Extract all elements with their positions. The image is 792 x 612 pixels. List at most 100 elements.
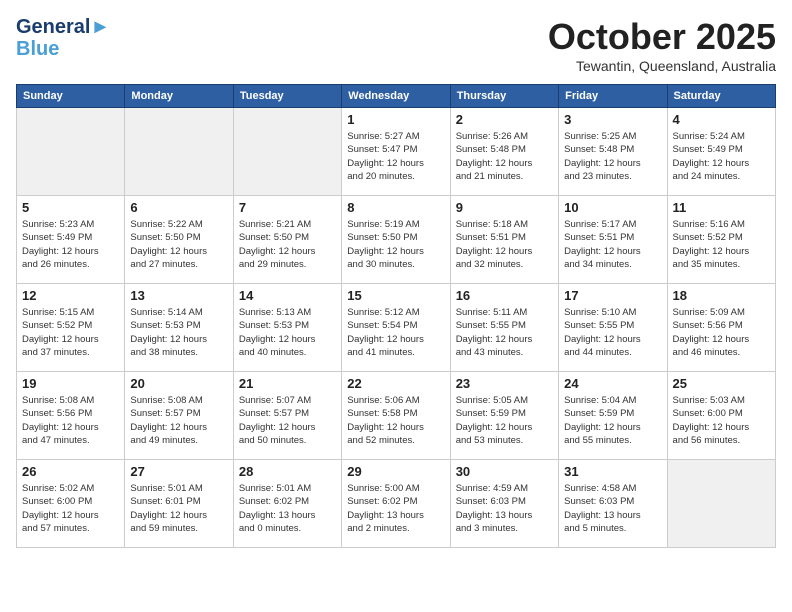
- calendar-cell: 14 Sunrise: 5:13 AM Sunset: 5:53 PM Dayli…: [233, 284, 341, 372]
- calendar-cell: 21 Sunrise: 5:07 AM Sunset: 5:57 PM Dayli…: [233, 372, 341, 460]
- day-info: Sunrise: 5:25 AM Sunset: 5:48 PM Dayligh…: [564, 130, 661, 183]
- calendar-cell: 10Sunrise: 5:17 AM Sunset: 5:51 PM Dayli…: [559, 196, 667, 284]
- day-info: Sunrise: 5:16 AM Sunset: 5:52 PM Dayligh…: [673, 218, 770, 271]
- header-sunday: Sunday: [17, 85, 125, 108]
- day-info: Sunrise: 5:26 AM Sunset: 5:48 PM Dayligh…: [456, 130, 553, 183]
- day-info: Sunrise: 5:02 AM Sunset: 6:00 PM Dayligh…: [22, 482, 119, 535]
- week-row-1: 1 Sunrise: 5:27 AM Sunset: 5:47 PM Daylig…: [17, 108, 776, 196]
- title-block: October 2025 Tewantin, Queensland, Austr…: [548, 16, 776, 74]
- day-info: Sunrise: 5:27 AM Sunset: 5:47 PM Dayligh…: [347, 130, 444, 183]
- calendar-cell: 13 Sunrise: 5:14 AM Sunset: 5:53 PM Dayli…: [125, 284, 233, 372]
- day-number: 19: [22, 376, 119, 391]
- calendar-cell: 27 Sunrise: 5:01 AM Sunset: 6:01 PM Dayli…: [125, 460, 233, 548]
- day-number: 25: [673, 376, 770, 391]
- calendar-cell: [125, 108, 233, 196]
- day-number: 9: [456, 200, 553, 215]
- day-number: 6: [130, 200, 227, 215]
- day-number: 27: [130, 464, 227, 479]
- calendar-cell: 24 Sunrise: 5:04 AM Sunset: 5:59 PM Dayli…: [559, 372, 667, 460]
- header-thursday: Thursday: [450, 85, 558, 108]
- week-row-3: 12Sunrise: 5:15 AM Sunset: 5:52 PM Dayli…: [17, 284, 776, 372]
- page-header: General► Blue October 2025 Tewantin, Que…: [16, 16, 776, 74]
- day-number: 17: [564, 288, 661, 303]
- day-number: 16: [456, 288, 553, 303]
- day-number: 24: [564, 376, 661, 391]
- logo-blue: Blue: [16, 38, 110, 60]
- calendar-cell: 12Sunrise: 5:15 AM Sunset: 5:52 PM Dayli…: [17, 284, 125, 372]
- calendar-cell: 31 Sunrise: 4:58 AM Sunset: 6:03 PM Dayli…: [559, 460, 667, 548]
- day-info: Sunrise: 5:21 AM Sunset: 5:50 PM Dayligh…: [239, 218, 336, 271]
- day-number: 26: [22, 464, 119, 479]
- calendar-cell: 4Sunrise: 5:24 AM Sunset: 5:49 PM Daylig…: [667, 108, 775, 196]
- calendar-cell: 9Sunrise: 5:18 AM Sunset: 5:51 PM Daylig…: [450, 196, 558, 284]
- calendar-cell: 3 Sunrise: 5:25 AM Sunset: 5:48 PM Daylig…: [559, 108, 667, 196]
- day-info: Sunrise: 5:08 AM Sunset: 5:57 PM Dayligh…: [130, 394, 227, 447]
- day-number: 15: [347, 288, 444, 303]
- day-info: Sunrise: 5:11 AM Sunset: 5:55 PM Dayligh…: [456, 306, 553, 359]
- week-row-4: 19 Sunrise: 5:08 AM Sunset: 5:56 PM Dayli…: [17, 372, 776, 460]
- day-info: Sunrise: 4:58 AM Sunset: 6:03 PM Dayligh…: [564, 482, 661, 535]
- day-number: 14: [239, 288, 336, 303]
- calendar-cell: 16 Sunrise: 5:11 AM Sunset: 5:55 PM Dayli…: [450, 284, 558, 372]
- day-number: 30: [456, 464, 553, 479]
- month-title: October 2025: [548, 16, 776, 58]
- calendar-cell: 20Sunrise: 5:08 AM Sunset: 5:57 PM Dayli…: [125, 372, 233, 460]
- logo: General► Blue: [16, 16, 110, 60]
- calendar-cell: 2 Sunrise: 5:26 AM Sunset: 5:48 PM Daylig…: [450, 108, 558, 196]
- header-wednesday: Wednesday: [342, 85, 450, 108]
- day-number: 18: [673, 288, 770, 303]
- calendar-cell: 5 Sunrise: 5:23 AM Sunset: 5:49 PM Daylig…: [17, 196, 125, 284]
- logo-text: General►: [16, 16, 110, 38]
- day-info: Sunrise: 5:03 AM Sunset: 6:00 PM Dayligh…: [673, 394, 770, 447]
- day-info: Sunrise: 5:01 AM Sunset: 6:01 PM Dayligh…: [130, 482, 227, 535]
- calendar-cell: 6 Sunrise: 5:22 AM Sunset: 5:50 PM Daylig…: [125, 196, 233, 284]
- week-row-5: 26 Sunrise: 5:02 AM Sunset: 6:00 PM Dayli…: [17, 460, 776, 548]
- calendar-cell: 25 Sunrise: 5:03 AM Sunset: 6:00 PM Dayli…: [667, 372, 775, 460]
- calendar-cell: 11 Sunrise: 5:16 AM Sunset: 5:52 PM Dayli…: [667, 196, 775, 284]
- day-number: 31: [564, 464, 661, 479]
- day-info: Sunrise: 5:17 AM Sunset: 5:51 PM Dayligh…: [564, 218, 661, 271]
- day-info: Sunrise: 5:13 AM Sunset: 5:53 PM Dayligh…: [239, 306, 336, 359]
- calendar-cell: 28 Sunrise: 5:01 AM Sunset: 6:02 PM Dayli…: [233, 460, 341, 548]
- calendar-cell: 30 Sunrise: 4:59 AM Sunset: 6:03 PM Dayli…: [450, 460, 558, 548]
- day-info: Sunrise: 5:14 AM Sunset: 5:53 PM Dayligh…: [130, 306, 227, 359]
- calendar-cell: 17Sunrise: 5:10 AM Sunset: 5:55 PM Dayli…: [559, 284, 667, 372]
- day-number: 3: [564, 112, 661, 127]
- day-info: Sunrise: 5:12 AM Sunset: 5:54 PM Dayligh…: [347, 306, 444, 359]
- day-number: 8: [347, 200, 444, 215]
- day-info: Sunrise: 5:00 AM Sunset: 6:02 PM Dayligh…: [347, 482, 444, 535]
- day-number: 4: [673, 112, 770, 127]
- calendar-table: Sunday Monday Tuesday Wednesday Thursday…: [16, 84, 776, 548]
- day-number: 2: [456, 112, 553, 127]
- calendar-header-row: Sunday Monday Tuesday Wednesday Thursday…: [17, 85, 776, 108]
- day-info: Sunrise: 5:23 AM Sunset: 5:49 PM Dayligh…: [22, 218, 119, 271]
- day-number: 1: [347, 112, 444, 127]
- week-row-2: 5 Sunrise: 5:23 AM Sunset: 5:49 PM Daylig…: [17, 196, 776, 284]
- calendar-cell: 22Sunrise: 5:06 AM Sunset: 5:58 PM Dayli…: [342, 372, 450, 460]
- day-info: Sunrise: 5:22 AM Sunset: 5:50 PM Dayligh…: [130, 218, 227, 271]
- calendar-cell: 8 Sunrise: 5:19 AM Sunset: 5:50 PM Daylig…: [342, 196, 450, 284]
- day-info: Sunrise: 5:09 AM Sunset: 5:56 PM Dayligh…: [673, 306, 770, 359]
- day-number: 28: [239, 464, 336, 479]
- calendar-cell: 1 Sunrise: 5:27 AM Sunset: 5:47 PM Daylig…: [342, 108, 450, 196]
- day-number: 7: [239, 200, 336, 215]
- calendar-cell: 18 Sunrise: 5:09 AM Sunset: 5:56 PM Dayli…: [667, 284, 775, 372]
- location-subtitle: Tewantin, Queensland, Australia: [548, 58, 776, 74]
- calendar-cell: 29 Sunrise: 5:00 AM Sunset: 6:02 PM Dayli…: [342, 460, 450, 548]
- day-info: Sunrise: 4:59 AM Sunset: 6:03 PM Dayligh…: [456, 482, 553, 535]
- day-number: 29: [347, 464, 444, 479]
- header-saturday: Saturday: [667, 85, 775, 108]
- header-friday: Friday: [559, 85, 667, 108]
- day-number: 13: [130, 288, 227, 303]
- day-info: Sunrise: 5:04 AM Sunset: 5:59 PM Dayligh…: [564, 394, 661, 447]
- day-info: Sunrise: 5:19 AM Sunset: 5:50 PM Dayligh…: [347, 218, 444, 271]
- day-info: Sunrise: 5:08 AM Sunset: 5:56 PM Dayligh…: [22, 394, 119, 447]
- day-info: Sunrise: 5:07 AM Sunset: 5:57 PM Dayligh…: [239, 394, 336, 447]
- day-number: 12: [22, 288, 119, 303]
- day-number: 21: [239, 376, 336, 391]
- day-number: 22: [347, 376, 444, 391]
- day-number: 11: [673, 200, 770, 215]
- calendar-cell: 19 Sunrise: 5:08 AM Sunset: 5:56 PM Dayli…: [17, 372, 125, 460]
- day-info: Sunrise: 5:01 AM Sunset: 6:02 PM Dayligh…: [239, 482, 336, 535]
- day-number: 5: [22, 200, 119, 215]
